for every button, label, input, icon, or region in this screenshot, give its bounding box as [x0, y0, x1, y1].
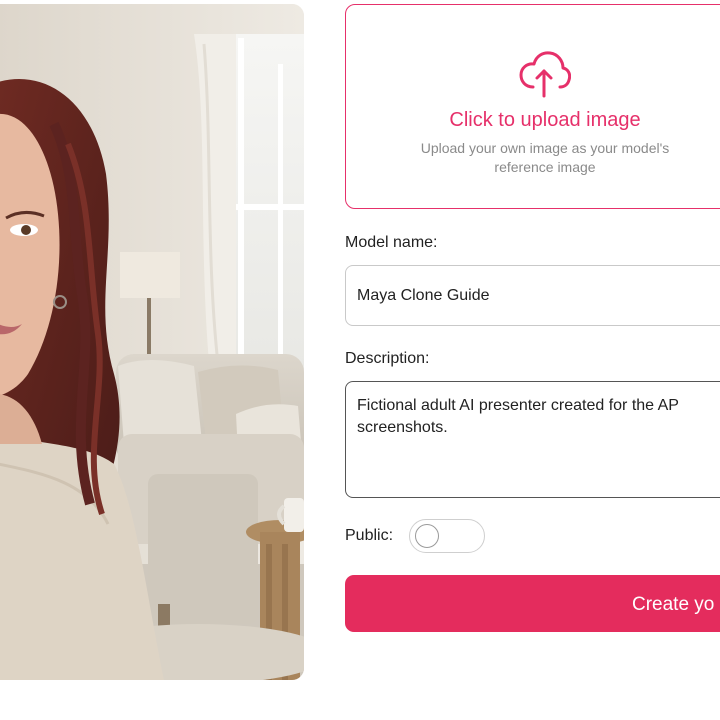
upload-title[interactable]: Click to upload image: [345, 109, 720, 132]
public-label: Public:: [345, 527, 394, 544]
upload-image-dropzone[interactable]: Click to upload image Upload your own im…: [345, 4, 720, 209]
create-model-button[interactable]: Create yo: [345, 575, 720, 632]
upload-subtitle-line-1: Upload your own image as your model's: [420, 140, 670, 156]
create-model-page: Click to upload image Upload your own im…: [0, 0, 720, 720]
toggle-knob: [415, 524, 439, 548]
description-textarea[interactable]: Fictional adult AI presenter created for…: [345, 381, 720, 498]
description-label: Description:: [345, 350, 430, 367]
upload-subtitle-line-2: reference image: [494, 159, 596, 175]
model-name-input[interactable]: [345, 265, 720, 326]
model-name-label: Model name:: [345, 234, 438, 251]
reference-portrait-image: [0, 4, 304, 680]
cloud-upload-icon: [519, 51, 571, 98]
upload-subtitle: Upload your own image as your model's re…: [345, 139, 720, 177]
public-toggle[interactable]: [409, 519, 485, 553]
